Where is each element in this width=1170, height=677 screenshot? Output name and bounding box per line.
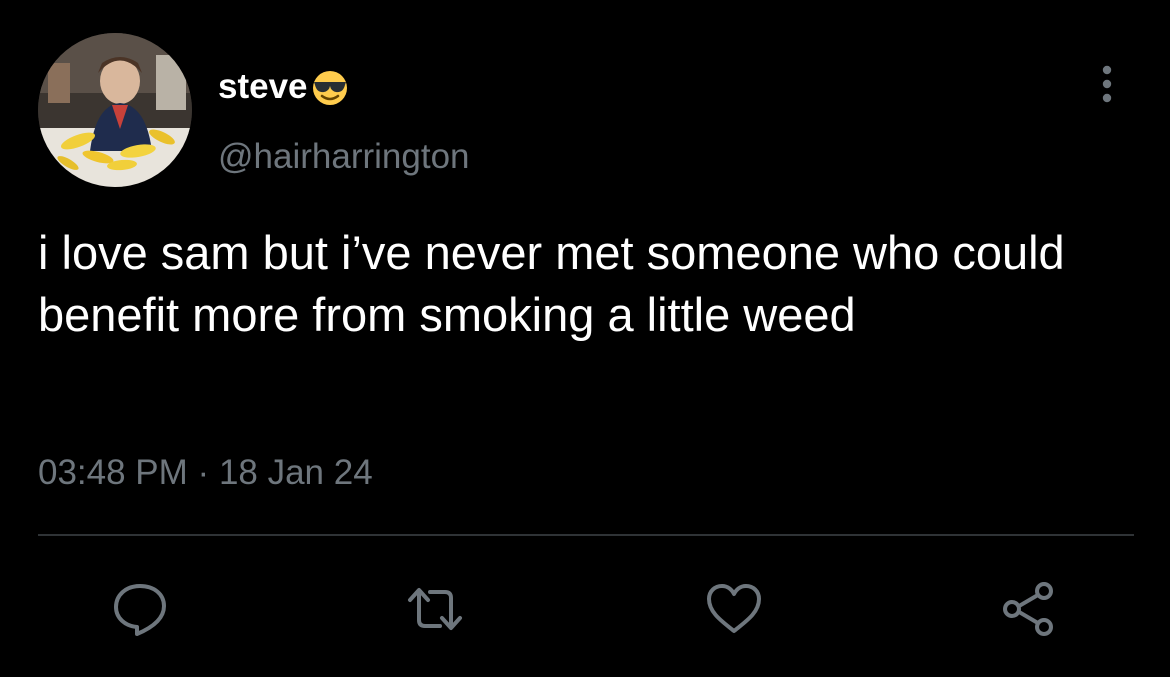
tweet-timestamp[interactable]: 03:48 PM · 18 Jan 24 [38,452,373,494]
share-icon [1003,582,1053,636]
reply-icon [114,584,166,636]
reply-button[interactable] [109,578,171,640]
tweet-text: i love sam but i’ve never met someone wh… [38,226,1065,341]
retweet-button[interactable] [404,578,466,640]
avatar[interactable] [38,33,192,187]
heart-icon [707,584,761,633]
more-options-button[interactable] [1090,62,1124,106]
like-button[interactable] [703,578,765,640]
smiling-face-with-sunglasses-icon [310,67,350,107]
display-name-text: steve [218,67,308,106]
display-name[interactable]: steve [218,66,350,108]
timestamp-separator: · [197,453,210,492]
share-button[interactable] [998,578,1060,640]
more-options-icon [1102,65,1112,103]
tweet-date: 18 Jan 24 [218,453,373,492]
retweet-icon [408,588,462,630]
avatar-photo-icon [38,33,192,187]
tweet-time: 03:48 PM [38,453,188,492]
user-handle[interactable]: @hairharrington [218,136,470,178]
divider [38,534,1134,536]
